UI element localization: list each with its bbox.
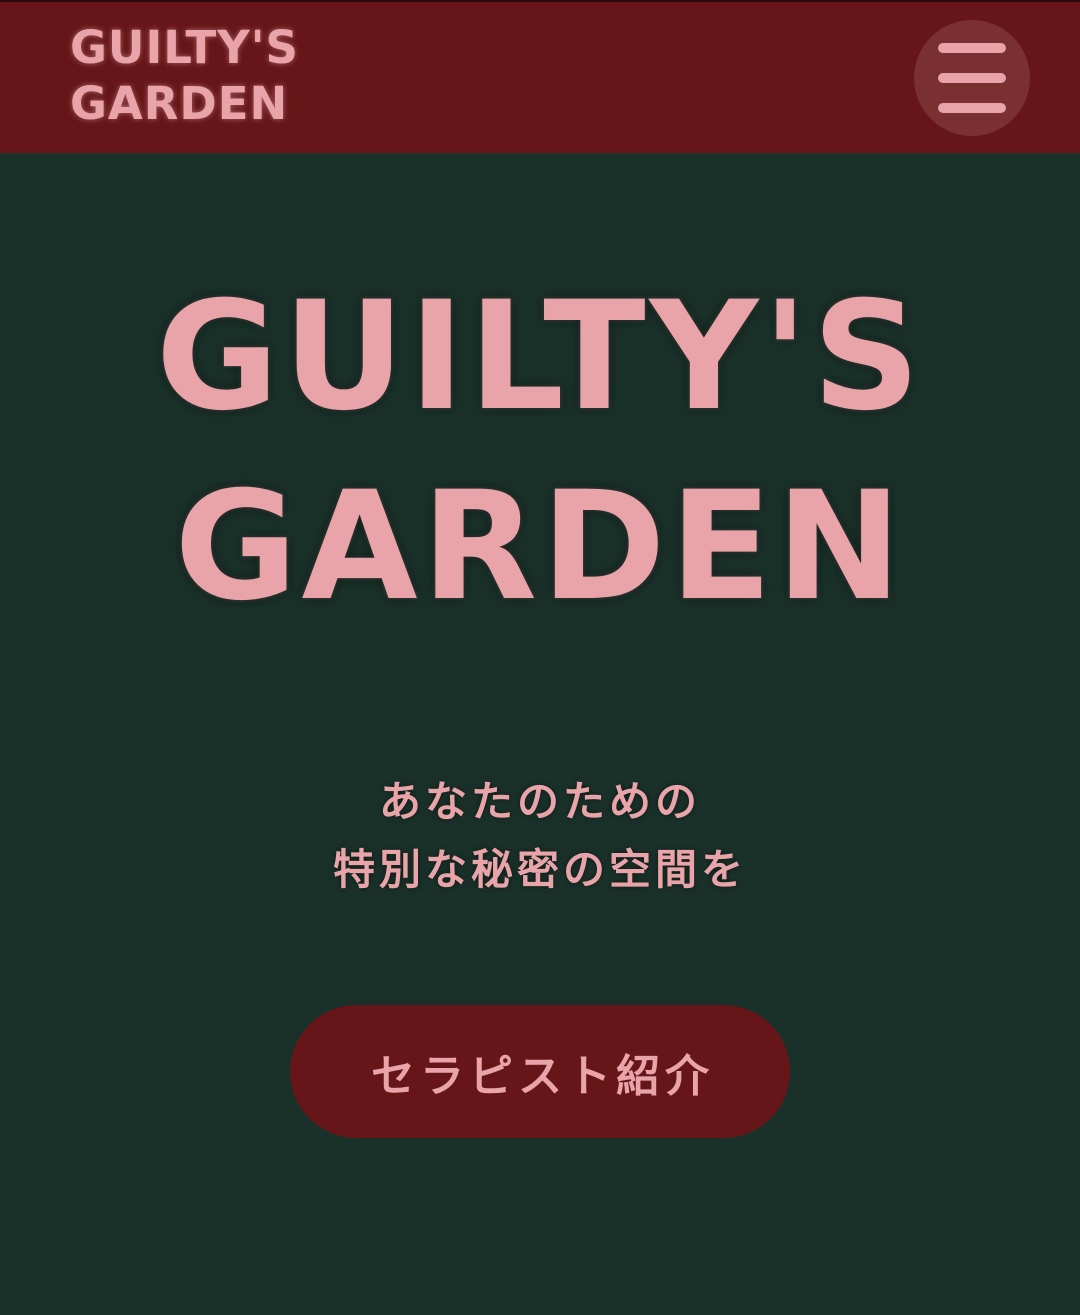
therapist-intro-button[interactable]: セラピスト紹介 xyxy=(290,1005,790,1138)
hamburger-menu-icon-bar xyxy=(938,103,1006,113)
site-logo[interactable]: GUILTY'S GARDEN xyxy=(70,20,299,132)
hero-title: GUILTY'S GARDEN xyxy=(0,262,1080,642)
site-header: GUILTY'S GARDEN xyxy=(0,0,1080,153)
hamburger-menu-button[interactable] xyxy=(914,20,1030,136)
hero-title-line-1: GUILTY'S xyxy=(155,270,925,444)
tagline-line-2: 特別な秘密の空間を xyxy=(332,845,747,894)
hamburger-menu-icon-bar xyxy=(938,73,1006,83)
tagline-line-1: あなたのための xyxy=(378,777,701,826)
logo-line-2: GARDEN xyxy=(70,77,289,130)
logo-line-1: GUILTY'S xyxy=(70,21,299,74)
hero-title-line-2: GARDEN xyxy=(174,460,906,634)
hamburger-menu-icon xyxy=(938,43,1006,53)
page: GUILTY'S GARDEN GUILTY'S GARDEN あなたのための … xyxy=(0,0,1080,1315)
hero-tagline: あなたのための 特別な秘密の空間を xyxy=(0,768,1080,904)
